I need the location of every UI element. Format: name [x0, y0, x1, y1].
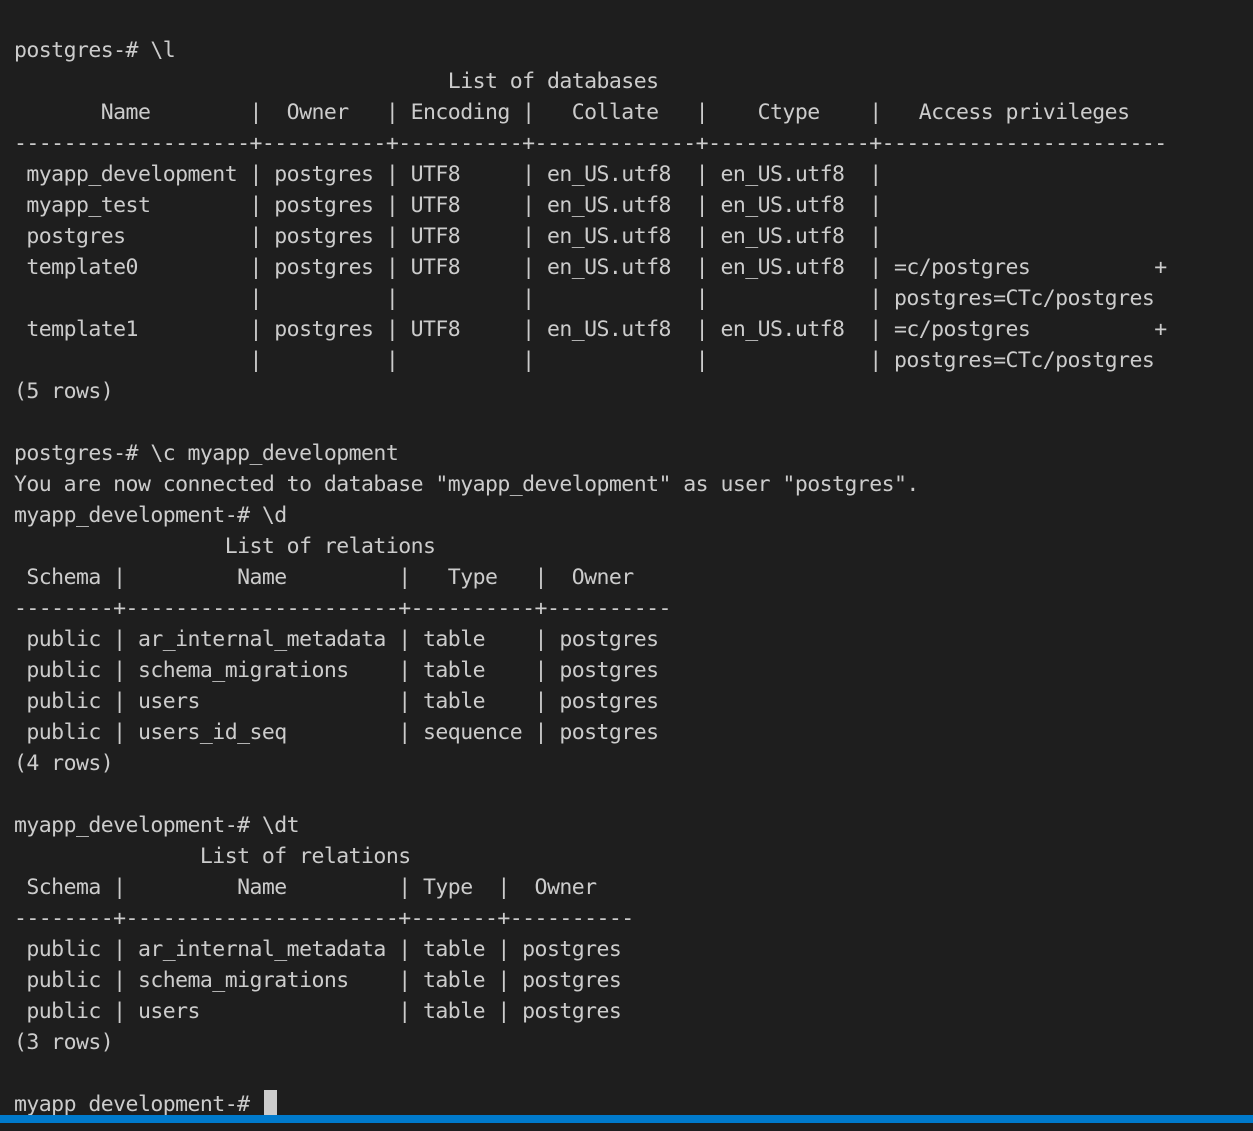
shell-prompt: myapp_development-#	[14, 1092, 262, 1117]
terminal-line: postgres-# \c myapp_development	[14, 441, 399, 466]
terminal-line: You are now connected to database "myapp…	[14, 472, 919, 497]
terminal-line: myapp_development-# \d	[14, 503, 287, 528]
terminal-line: -------------------+----------+---------…	[14, 131, 1167, 156]
terminal-line: (3 rows)	[14, 1030, 114, 1055]
terminal-line: myapp_development | postgres | UTF8 | en…	[14, 162, 882, 187]
terminal-line: template1 | postgres | UTF8 | en_US.utf8…	[14, 317, 1167, 342]
terminal-line: public | users_id_seq | sequence | postg…	[14, 720, 659, 745]
terminal-line: postgres | postgres | UTF8 | en_US.utf8 …	[14, 224, 882, 249]
terminal-line: public | ar_internal_metadata | table | …	[14, 627, 659, 652]
terminal-line: (4 rows)	[14, 751, 114, 776]
terminal-line: Schema | Name | Type | Owner	[14, 875, 597, 900]
terminal-line: List of relations	[14, 844, 411, 869]
terminal-output: postgres-# \l List of databases Name | O…	[14, 35, 1167, 1120]
terminal-line: --------+----------------------+-------+…	[14, 906, 634, 931]
terminal-line: public | users | table | postgres	[14, 689, 659, 714]
status-bar	[0, 1115, 1253, 1123]
terminal-line: List of relations	[14, 534, 436, 559]
terminal-line: template0 | postgres | UTF8 | en_US.utf8…	[14, 255, 1167, 280]
terminal-line: | | | | | postgres=CTc/postgres	[14, 348, 1155, 373]
terminal-line: public | users | table | postgres	[14, 999, 622, 1024]
terminal-line: Schema | Name | Type | Owner	[14, 565, 634, 590]
terminal-line: myapp_development-# \dt	[14, 813, 300, 838]
terminal-line: | | | | | postgres=CTc/postgres	[14, 286, 1155, 311]
terminal-line: (5 rows)	[14, 379, 114, 404]
terminal-line: myapp_test | postgres | UTF8 | en_US.utf…	[14, 193, 882, 218]
terminal-line: Name | Owner | Encoding | Collate | Ctyp…	[14, 100, 1130, 125]
terminal-window[interactable]: postgres-# \l List of databases Name | O…	[0, 0, 1253, 1123]
terminal-line: List of databases	[14, 69, 659, 94]
terminal-line: public | schema_migrations | table | pos…	[14, 658, 659, 683]
text-cursor	[263, 1090, 277, 1117]
terminal-line: public | ar_internal_metadata | table | …	[14, 937, 622, 962]
terminal-line: postgres-# \l	[14, 38, 176, 63]
terminal-line: public | schema_migrations | table | pos…	[14, 968, 622, 993]
terminal-line: --------+----------------------+--------…	[14, 596, 671, 621]
